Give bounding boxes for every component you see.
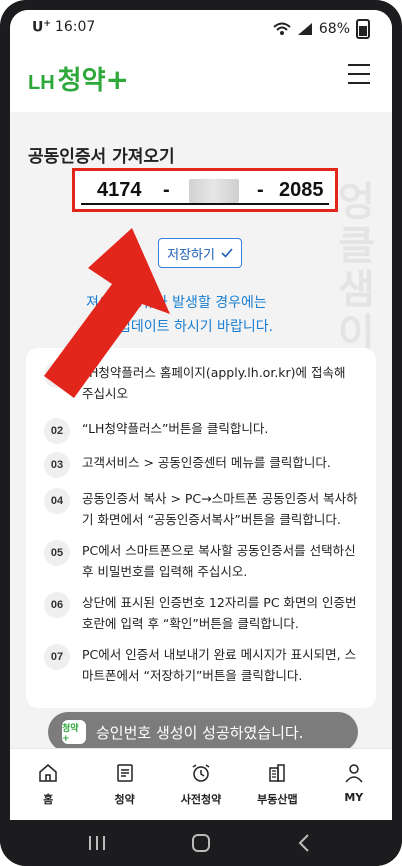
step-number: 06 bbox=[44, 592, 70, 618]
bottom-navigation: 홈 청약 사전청약 부동산맵 MY bbox=[10, 748, 392, 820]
step-number: 02 bbox=[44, 418, 70, 444]
nav-label: 사전청약 bbox=[180, 793, 222, 806]
nav-label: 청약 bbox=[114, 793, 135, 806]
screen: U+ 16:07 68% LH 청약 + 공동인증서 가져오기 4174 - -… bbox=[10, 10, 392, 820]
clock: 16:07 bbox=[54, 19, 96, 36]
step-item: 06 상단에 표시된 인증번호 12자리를 PC 화면의 인증번호란에 입력 후… bbox=[44, 592, 374, 634]
app-icon: 청약+ bbox=[62, 720, 86, 744]
step-text: PC에서 인증서 내보내기 완료 메시지가 표시되면, 스마트폰에서 “저장하기… bbox=[82, 647, 357, 683]
back-icon[interactable] bbox=[290, 832, 320, 854]
check-icon bbox=[221, 248, 233, 258]
hamburger-menu-icon[interactable] bbox=[348, 64, 370, 84]
battery-icon bbox=[356, 19, 370, 39]
step-number: 03 bbox=[44, 452, 70, 478]
document-icon bbox=[116, 764, 133, 782]
user-icon bbox=[345, 764, 363, 783]
status-bar: U+ 16:07 68% bbox=[10, 10, 392, 46]
step-item: 02 “LH청약플러스”버튼을 클릭합니다. bbox=[44, 418, 374, 444]
home-icon bbox=[39, 764, 57, 782]
steps-card: 01 LH청약플러스 홈페이지(apply.lh.or.kr)에 접속해 주십시… bbox=[26, 348, 376, 708]
logo-lh: LH bbox=[28, 72, 55, 94]
wifi-icon bbox=[273, 22, 291, 35]
code-part-3: 2085 bbox=[279, 179, 324, 201]
auth-code-box: 4174 - - 2085 bbox=[72, 168, 338, 212]
nav-real-estate-map[interactable]: 부동산맵 bbox=[239, 749, 315, 820]
auth-code: 4174 - - 2085 bbox=[81, 175, 329, 205]
alarm-icon bbox=[192, 764, 210, 782]
step-item: 07 PC에서 인증서 내보내기 완료 메시지가 표시되면, 스마트폰에서 “저… bbox=[44, 644, 374, 686]
toast-text: 승인번호 생성이 성공하였습니다. bbox=[96, 723, 304, 742]
nav-subscription[interactable]: 청약 bbox=[86, 749, 162, 820]
carrier-label: U+ bbox=[32, 19, 51, 36]
logo-main: 청약 bbox=[57, 66, 106, 96]
step-text: 상단에 표시된 인증번호 12자리를 PC 화면의 인증번호란에 입력 후 “확… bbox=[82, 595, 357, 631]
lh-logo[interactable]: LH 청약 + bbox=[28, 60, 129, 97]
code-separator-2: - bbox=[257, 179, 264, 201]
code-part-2-masked bbox=[189, 179, 239, 203]
nav-my[interactable]: MY bbox=[316, 749, 392, 820]
step-item: 05 PC에서 스마트폰으로 복사할 공동인증서를 선택하신 후 비밀번호를 입… bbox=[44, 540, 374, 582]
code-part-1: 4174 bbox=[97, 179, 142, 201]
code-separator-1: - bbox=[163, 179, 170, 201]
nav-label: 홈 bbox=[43, 793, 54, 806]
step-text: 고객서비스 > 공동인증센터 메뉴를 클릭합니다. bbox=[82, 455, 331, 470]
system-navigation-bar bbox=[0, 820, 402, 866]
home-button-icon[interactable] bbox=[186, 832, 216, 854]
battery-percent: 68% bbox=[318, 21, 350, 37]
signal-icon bbox=[297, 23, 312, 35]
save-button[interactable]: 저장하기 bbox=[158, 238, 242, 268]
step-item: 03 고객서비스 > 공동인증센터 메뉴를 클릭합니다. bbox=[44, 452, 374, 478]
step-number: 07 bbox=[44, 644, 70, 670]
building-icon bbox=[269, 764, 286, 782]
recent-apps-icon[interactable] bbox=[82, 832, 112, 854]
step-number: 04 bbox=[44, 488, 70, 514]
app-header: LH 청약 + bbox=[10, 46, 392, 112]
step-text: “LH청약플러스”버튼을 클릭합니다. bbox=[82, 421, 269, 436]
nav-label: MY bbox=[344, 791, 364, 804]
nav-label: 부동산맵 bbox=[257, 793, 298, 806]
toast-message: 청약+ 승인번호 생성이 성공하였습니다. bbox=[48, 712, 358, 752]
phone-frame: U+ 16:07 68% LH 청약 + 공동인증서 가져오기 4174 - -… bbox=[0, 0, 402, 866]
main-content: 공동인증서 가져오기 4174 - - 2085 엉클샘이체지극묘실 저장하기 … bbox=[10, 112, 392, 752]
nav-home[interactable]: 홈 bbox=[10, 749, 86, 820]
step-item: 04 공동인증서 복사 > PC→스마트폰 공동인증서 복사하기 화면에서 “공… bbox=[44, 488, 374, 530]
nav-pre-subscription[interactable]: 사전청약 bbox=[163, 749, 239, 820]
red-arrow-annotation bbox=[44, 228, 170, 398]
page-title: 공동인증서 가져오기 bbox=[28, 147, 175, 167]
step-text: PC에서 스마트폰으로 복사할 공동인증서를 선택하신 후 비밀번호를 입력해 … bbox=[82, 543, 356, 579]
step-number: 05 bbox=[44, 540, 70, 566]
logo-plus: + bbox=[105, 63, 129, 96]
step-text: 공동인증서 복사 > PC→스마트폰 공동인증서 복사하기 화면에서 “공동인증… bbox=[82, 491, 358, 527]
save-button-label: 저장하기 bbox=[167, 247, 215, 263]
